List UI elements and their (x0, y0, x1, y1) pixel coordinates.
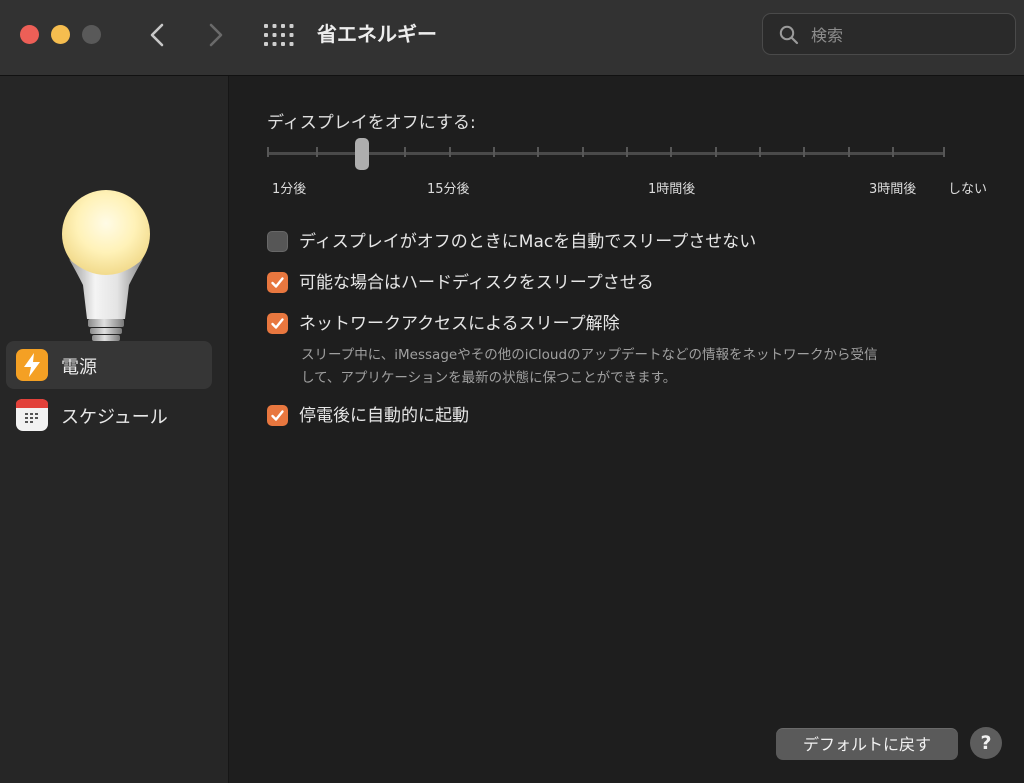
zoom-window-button[interactable] (82, 25, 101, 44)
search-icon (779, 25, 799, 45)
option-label: 可能な場合はハードディスクをスリープさせる (299, 273, 654, 293)
sidebar-item-power[interactable]: 電源 (6, 341, 212, 389)
slider-tick (267, 147, 269, 157)
network-description: スリープ中に、iMessageやその他のiCloudのアップデートなどの情報をネ… (301, 344, 1021, 390)
description-line: スリープ中に、iMessageやその他のiCloudのアップデートなどの情報をネ… (301, 347, 878, 363)
slider-tick (848, 147, 850, 157)
chevron-left-icon (150, 23, 164, 47)
sidebar-item-label: 電源 (61, 357, 97, 378)
slider-tick (404, 147, 406, 157)
slider-tick (670, 147, 672, 157)
tick-label-1min: 1分後 (272, 182, 307, 197)
close-window-button[interactable] (20, 25, 39, 44)
slider-tick (715, 147, 717, 157)
window-title: 省エネルギー (317, 22, 437, 46)
slider-tick (892, 147, 894, 157)
option-label: ディスプレイがオフのときにMacを自動でスリープさせない (299, 232, 757, 252)
search-field[interactable] (762, 13, 1016, 55)
grid-icon (264, 24, 294, 46)
display-sleep-slider[interactable] (267, 138, 947, 170)
slider-tick (943, 147, 945, 157)
slider-tick (537, 147, 539, 157)
sidebar-item-schedule[interactable]: スケジュール (6, 391, 212, 439)
option-label: 停電後に自動的に起動 (299, 406, 469, 426)
checkbox-checked[interactable] (267, 405, 288, 426)
slider-tick (449, 147, 451, 157)
checkmark-icon (271, 277, 284, 288)
calendar-icon (16, 399, 48, 431)
chevron-right-icon (209, 23, 223, 47)
description-line: して、アプリケーションを最新の状態に保つことができます。 (301, 370, 677, 386)
option-label: ネットワークアクセスによるスリープ解除 (299, 314, 620, 334)
tick-label-1hour: 1時間後 (648, 182, 696, 197)
restore-defaults-button[interactable]: デフォルトに戻す (776, 728, 958, 760)
tick-label-15min: 15分後 (427, 182, 470, 197)
help-button[interactable]: ? (970, 727, 1002, 759)
slider-tick (759, 147, 761, 157)
slider-tick (316, 147, 318, 157)
light-bulb-icon (62, 190, 150, 354)
slider-tick (803, 147, 805, 157)
slider-tick (493, 147, 495, 157)
slider-tick (582, 147, 584, 157)
checkbox-unchecked[interactable] (267, 231, 288, 252)
checkbox-checked[interactable] (267, 313, 288, 334)
checkmark-icon (271, 410, 284, 421)
main-panel: ディスプレイをオフにする: 1分後 15分後 1時間後 3時間後 しない ディス… (229, 76, 1024, 783)
slider-knob[interactable] (355, 138, 369, 170)
sidebar-item-label: スケジュール (61, 407, 168, 428)
lightning-bolt-icon (16, 349, 48, 381)
tick-label-3hours: 3時間後 (869, 182, 917, 197)
title-bar: 省エネルギー (0, 0, 1024, 76)
sidebar: 電源 スケジュール (0, 76, 229, 783)
checkmark-icon (271, 318, 284, 329)
slider-tick (626, 147, 628, 157)
minimize-window-button[interactable] (51, 25, 70, 44)
tick-label-never: しない (948, 182, 988, 197)
back-button[interactable] (143, 18, 173, 52)
display-sleep-label: ディスプレイをオフにする: (267, 113, 476, 133)
forward-button[interactable] (200, 18, 230, 52)
show-all-button[interactable] (264, 24, 294, 46)
checkbox-checked[interactable] (267, 272, 288, 293)
search-input[interactable] (809, 22, 1009, 48)
